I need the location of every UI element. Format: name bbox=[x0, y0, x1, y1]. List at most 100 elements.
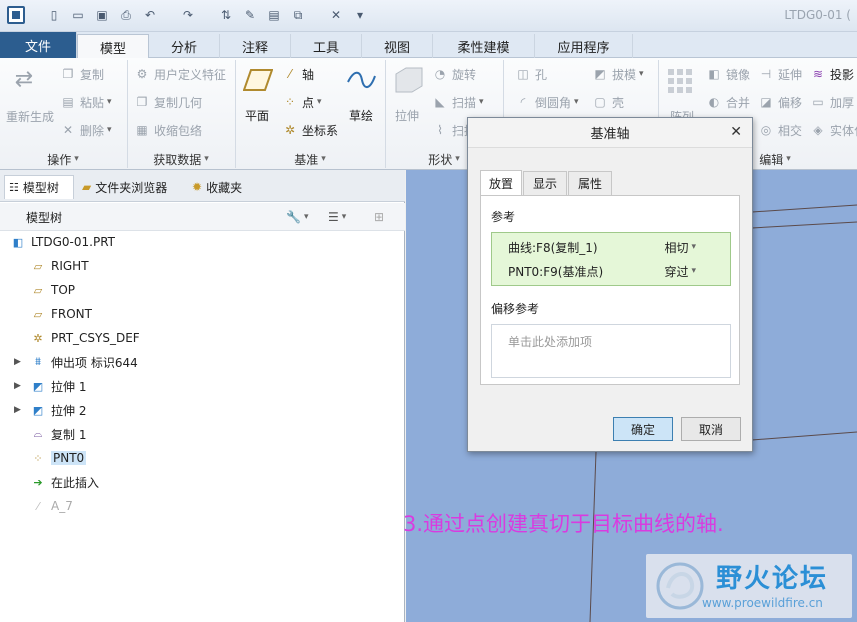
udf-icon: ⚙ bbox=[136, 67, 148, 81]
sweep-button[interactable]: ◣ 扫描 bbox=[432, 92, 484, 112]
sketch-big-icon[interactable] bbox=[346, 66, 376, 94]
offset-references-collector[interactable]: 单击此处添加项 bbox=[491, 324, 731, 378]
edit-icon[interactable]: ✎ bbox=[242, 7, 258, 23]
undo-icon[interactable]: ↶ bbox=[142, 7, 158, 23]
shell-button[interactable]: ▢ 壳 bbox=[592, 92, 624, 112]
regenerate-icon[interactable]: ⇅ bbox=[218, 7, 234, 23]
tab-model-tree[interactable]: ☷ 模型树 bbox=[4, 175, 74, 199]
tree-item-part[interactable]: ◧ LTDG0-01.PRT bbox=[10, 232, 115, 252]
regenerate-button[interactable]: 重新生成 bbox=[6, 108, 54, 125]
redo-icon[interactable]: ↷ bbox=[180, 7, 196, 23]
extrude-button[interactable]: 拉伸 bbox=[395, 107, 419, 124]
operations-group-label[interactable]: 操作 bbox=[0, 150, 126, 168]
tree-item-protrusion[interactable]: ⩩ 伸出项 标识644 bbox=[30, 352, 138, 372]
tree-settings-button[interactable]: 🔧 bbox=[286, 207, 308, 227]
merge-icon: ◐ bbox=[708, 95, 720, 109]
new-icon[interactable]: ▯ bbox=[46, 7, 62, 23]
tree-item-right[interactable]: ▱ RIGHT bbox=[30, 256, 89, 276]
plane-big-icon[interactable] bbox=[243, 66, 273, 94]
dialog-title-bar[interactable]: 基准轴 bbox=[468, 118, 752, 148]
draft-button[interactable]: ◩ 拔模 bbox=[592, 64, 644, 84]
get-data-group-label[interactable]: 获取数据 bbox=[128, 150, 234, 168]
shrinkwrap-button[interactable]: ▦ 收缩包络 bbox=[134, 120, 202, 140]
expand-icon[interactable]: ▶ bbox=[14, 405, 21, 415]
wrench-icon: 🔧 bbox=[286, 210, 301, 224]
mirror-button[interactable]: ◧ 镜像 bbox=[706, 64, 750, 84]
tree-item-insert-here[interactable]: ➔ 在此插入 bbox=[30, 472, 99, 492]
list-icon: ☰ bbox=[328, 210, 339, 224]
tree-item-csys[interactable]: ✲ PRT_CSYS_DEF bbox=[30, 328, 139, 348]
tab-file[interactable]: 文件 bbox=[0, 32, 77, 58]
expand-icon[interactable]: ▶ bbox=[14, 357, 21, 367]
round-button[interactable]: ◜ 倒圆角 bbox=[515, 92, 579, 112]
tree-item-copy-1[interactable]: ⌓ 复制 1 bbox=[30, 424, 87, 444]
offset-button[interactable]: ◪ 偏移 bbox=[758, 92, 802, 112]
cancel-button[interactable]: 取消 bbox=[681, 417, 741, 441]
tab-view[interactable]: 视图 bbox=[362, 34, 433, 58]
save-icon[interactable]: ▣ bbox=[94, 7, 110, 23]
copy-geometry-button[interactable]: ❐ 复制几何 bbox=[134, 92, 202, 112]
app-icon[interactable] bbox=[7, 6, 25, 24]
windows-icon[interactable]: ▤ bbox=[266, 7, 282, 23]
references-collector[interactable]: 曲线:F8(复制_1) 相切 PNT0:F9(基准点) 穿过 bbox=[491, 232, 731, 286]
project-button[interactable]: ≋ 投影 bbox=[810, 64, 854, 84]
ok-button[interactable]: 确定 bbox=[613, 417, 673, 441]
title-bar: ▯ ▭ ▣ ⎙ ↶ ↷ ⇅ ✎ ▤ ⧉ ✕ ▾ LTDG0-01 ( bbox=[0, 0, 857, 32]
csys-icon: ✲ bbox=[284, 123, 296, 137]
customize-icon[interactable]: ▾ bbox=[352, 7, 368, 23]
axis-button[interactable]: ⁄ 轴 bbox=[282, 64, 314, 84]
point-icon: ⁘ bbox=[284, 95, 296, 109]
tab-model[interactable]: 模型 bbox=[77, 34, 149, 59]
delete-button[interactable]: ✕ 删除 bbox=[60, 120, 112, 140]
tab-analysis[interactable]: 分析 bbox=[149, 34, 220, 58]
tab-display[interactable]: 显示 bbox=[523, 171, 567, 195]
tree-item-pnt0[interactable]: ⁘ PNT0 bbox=[30, 448, 87, 468]
open-icon[interactable]: ▭ bbox=[70, 7, 86, 23]
extrude-icon: ◩ bbox=[32, 379, 44, 393]
tab-flexible-modeling[interactable]: 柔性建模 bbox=[433, 34, 535, 58]
tab-applications[interactable]: 应用程序 bbox=[535, 34, 633, 58]
merge-button[interactable]: ◐ 合并 bbox=[706, 92, 750, 112]
paste-button[interactable]: ▤ 粘贴 bbox=[60, 92, 112, 112]
tree-item-front[interactable]: ▱ FRONT bbox=[30, 304, 92, 324]
tree-filter-button[interactable]: ⊞ bbox=[374, 207, 384, 227]
tab-favorites[interactable]: ✹ 收藏夹 bbox=[188, 175, 258, 199]
view-icon[interactable]: ⧉ bbox=[290, 7, 306, 23]
window-title: LTDG0-01 ( bbox=[784, 8, 851, 22]
close-window-icon[interactable]: ✕ bbox=[328, 7, 344, 23]
regenerate-big-icon[interactable]: ⇄ bbox=[8, 64, 44, 94]
tab-tools[interactable]: 工具 bbox=[291, 34, 362, 58]
reference-point-constraint[interactable]: 穿过 bbox=[664, 261, 696, 281]
tree-item-a7[interactable]: ⁄ A_7 bbox=[30, 496, 73, 516]
tree-item-extrude-1[interactable]: ◩ 拉伸 1 bbox=[30, 376, 87, 396]
tab-placement[interactable]: 放置 bbox=[480, 170, 522, 196]
tree-show-button[interactable]: ☰ bbox=[328, 207, 346, 227]
datum-group-label[interactable]: 基准 bbox=[236, 150, 384, 168]
intersect-button[interactable]: ◎ 相交 bbox=[758, 120, 802, 140]
plane-button[interactable]: 平面 bbox=[245, 107, 269, 124]
reference-curve[interactable]: 曲线:F8(复制_1) bbox=[508, 237, 598, 257]
extend-button[interactable]: ⊣ 延伸 bbox=[758, 64, 802, 84]
thicken-button[interactable]: ▭ 加厚 bbox=[810, 92, 854, 112]
udf-button[interactable]: ⚙ 用户定义特征 bbox=[134, 64, 226, 84]
project-icon: ≋ bbox=[812, 67, 824, 81]
print-icon[interactable]: ⎙ bbox=[118, 7, 134, 23]
extrude-big-icon[interactable] bbox=[392, 64, 424, 96]
reference-point[interactable]: PNT0:F9(基准点) bbox=[508, 261, 603, 281]
tree-item-top[interactable]: ▱ TOP bbox=[30, 280, 75, 300]
csys-button[interactable]: ✲ 坐标系 bbox=[282, 120, 338, 140]
tree-item-extrude-2[interactable]: ◩ 拉伸 2 bbox=[30, 400, 87, 420]
tab-properties[interactable]: 属性 bbox=[568, 171, 612, 195]
reference-curve-constraint[interactable]: 相切 bbox=[664, 237, 696, 257]
solidify-button[interactable]: ◈实体化 bbox=[810, 120, 857, 140]
point-button[interactable]: ⁘ 点 bbox=[282, 92, 322, 112]
revolve-button[interactable]: ◔ 旋转 bbox=[432, 64, 476, 84]
tab-annotate[interactable]: 注释 bbox=[220, 34, 291, 58]
tab-folder-browser[interactable]: ▰ 文件夹浏览器 bbox=[78, 175, 182, 199]
copy-button[interactable]: ❐ 复制 bbox=[60, 64, 104, 84]
hole-button[interactable]: ◫ 孔 bbox=[515, 64, 547, 84]
sketch-button[interactable]: 草绘 bbox=[349, 107, 373, 124]
expand-icon[interactable]: ▶ bbox=[14, 381, 21, 391]
pattern-big-icon[interactable] bbox=[666, 66, 696, 96]
close-icon[interactable]: ✕ bbox=[730, 124, 742, 140]
